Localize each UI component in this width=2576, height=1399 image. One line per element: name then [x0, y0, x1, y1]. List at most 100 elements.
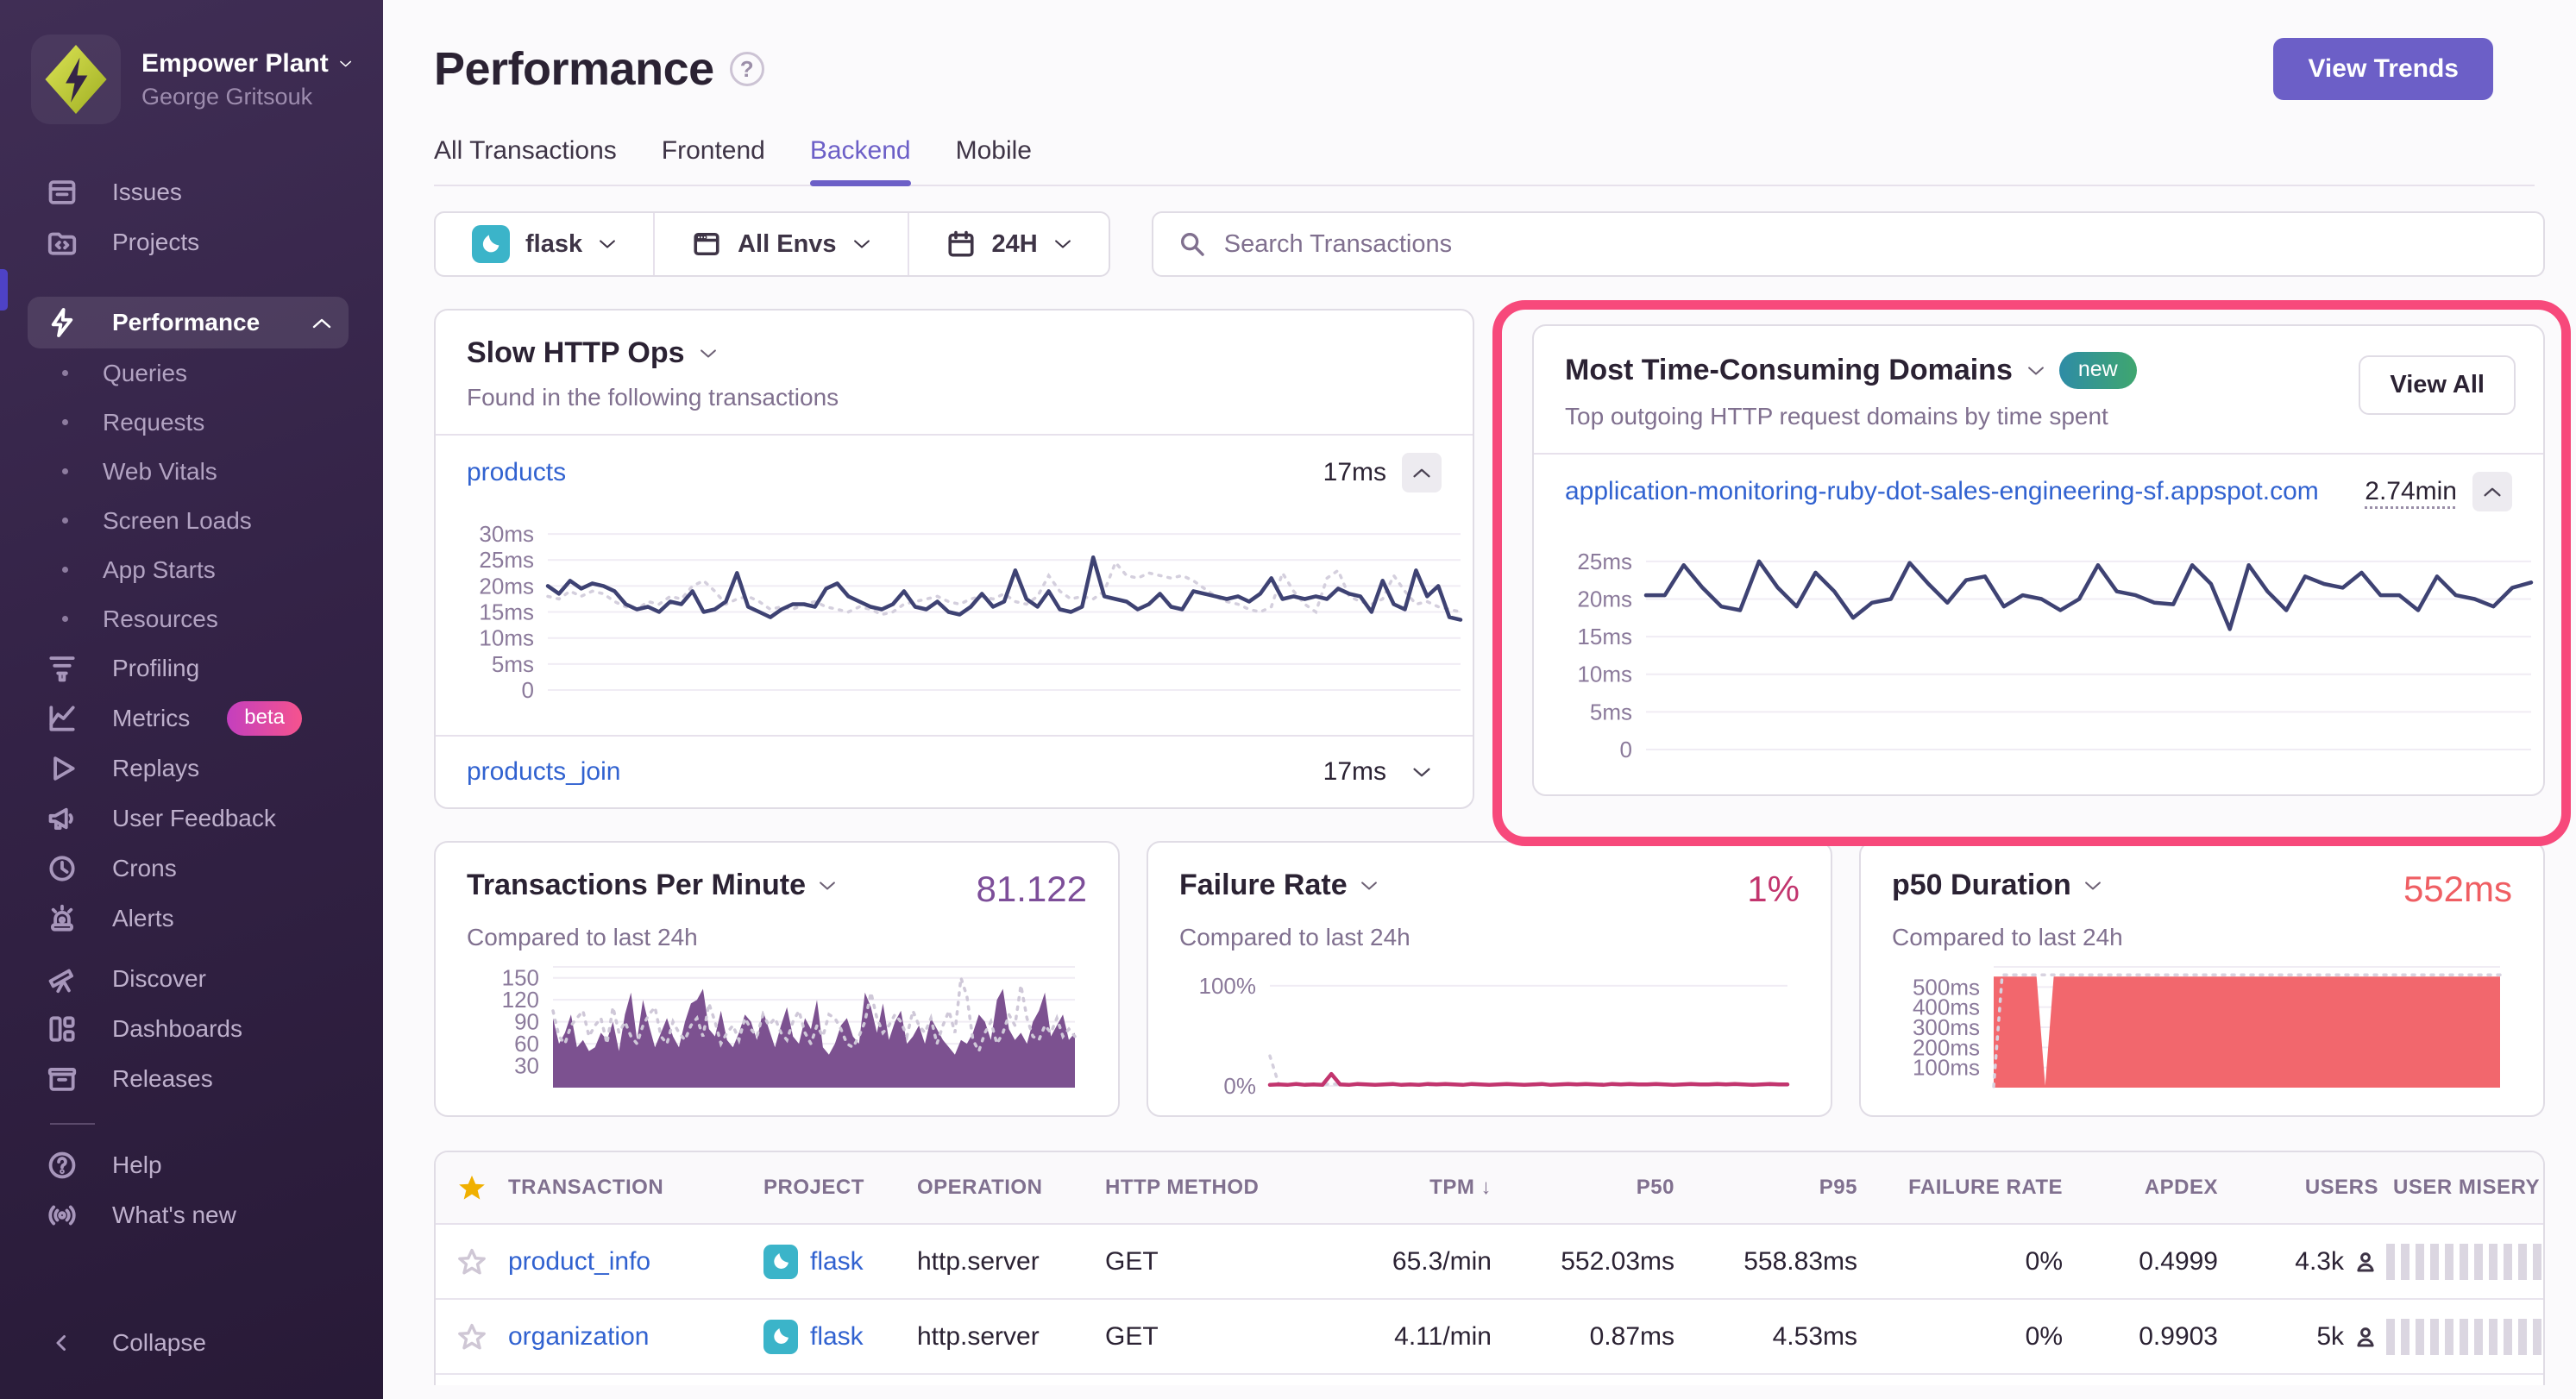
project-link[interactable]: flask	[810, 1247, 864, 1277]
org-logo	[31, 35, 121, 124]
sidebar-item-web-vitals[interactable]: Web Vitals	[0, 447, 383, 496]
search-input[interactable]	[1224, 230, 2519, 259]
chevron-left-icon	[45, 1326, 79, 1360]
sidebar-item-metrics[interactable]: Metrics beta	[0, 693, 383, 743]
org-user: George Gritsouk	[141, 84, 352, 110]
card-title[interactable]: Slow HTTP Ops	[467, 336, 685, 370]
transaction-link[interactable]: organization	[508, 1322, 649, 1351]
col-header[interactable]: FAILURE RATE	[1864, 1176, 2070, 1200]
view-trends-button[interactable]: View Trends	[2273, 38, 2493, 100]
slow-http-ops-chart[interactable]: 30ms25ms20ms15ms10ms5ms0	[436, 510, 1473, 735]
sidebar-collapse-button[interactable]: Collapse	[0, 1318, 383, 1368]
megaphone-icon	[45, 801, 79, 836]
bullet-icon	[62, 468, 68, 474]
chevron-down-icon[interactable]	[1360, 880, 1379, 892]
sidebar-item-label: Queries	[103, 360, 187, 387]
sidebar-item-help[interactable]: Help	[0, 1140, 383, 1190]
col-header-sorted[interactable]: TPM ↓	[1326, 1176, 1498, 1200]
tab-mobile[interactable]: Mobile	[956, 136, 1032, 185]
sidebar-item-screen-loads[interactable]: Screen Loads	[0, 496, 383, 545]
collapse-row-button[interactable]	[1402, 453, 1442, 492]
apdex-cell: 0.9903	[2070, 1322, 2225, 1352]
chevron-down-icon	[852, 238, 871, 250]
most-time-consuming-domains-card: Most Time-Consuming Domains new Top outg…	[1532, 324, 2545, 796]
transaction-link[interactable]: product_info	[508, 1247, 650, 1276]
col-header[interactable]: P50	[1498, 1176, 1681, 1200]
sidebar-item-app-starts[interactable]: App Starts	[0, 545, 383, 594]
chevron-down-icon[interactable]	[2083, 880, 2102, 892]
card-title[interactable]: Transactions Per Minute	[467, 869, 806, 902]
tpm-chart[interactable]: 150120906030	[467, 960, 1087, 1095]
chevron-down-icon[interactable]	[2026, 365, 2045, 377]
card-title[interactable]: Failure Rate	[1179, 869, 1348, 902]
sidebar-item-requests[interactable]: Requests	[0, 398, 383, 447]
sidebar-item-discover[interactable]: Discover	[0, 954, 383, 1004]
sidebar-item-releases[interactable]: Releases	[0, 1054, 383, 1104]
new-badge: new	[2059, 352, 2137, 389]
star-toggle[interactable]	[436, 1247, 508, 1277]
col-header[interactable]: USERS	[2225, 1176, 2385, 1200]
sidebar-item-user-feedback[interactable]: User Feedback	[0, 794, 383, 844]
tab-backend[interactable]: Backend	[810, 136, 911, 185]
sidebar-item-issues[interactable]: Issues	[0, 167, 383, 217]
sidebar-item-label: Releases	[112, 1065, 213, 1093]
col-header[interactable]: USER MISERY	[2385, 1176, 2545, 1200]
sidebar-item-dashboards[interactable]: Dashboards	[0, 1004, 383, 1054]
date-range-label: 24H	[992, 230, 1038, 259]
sidebar-nav: Issues Projects Performance Queries Requ…	[0, 167, 383, 1368]
window-icon	[691, 229, 722, 260]
card-title[interactable]: Most Time-Consuming Domains	[1565, 354, 2013, 387]
chevron-down-icon[interactable]	[818, 880, 837, 892]
tab-frontend[interactable]: Frontend	[662, 136, 765, 185]
card-title[interactable]: p50 Duration	[1892, 869, 2071, 902]
environment-filter[interactable]: All Envs	[653, 213, 907, 275]
title-help-icon[interactable]: ?	[730, 52, 764, 86]
sidebar-item-crons[interactable]: Crons	[0, 844, 383, 894]
project-filter[interactable]: flask	[436, 213, 653, 275]
sidebar-item-profiling[interactable]: Profiling	[0, 643, 383, 693]
p50-chart[interactable]: 500ms400ms300ms200ms100ms	[1892, 960, 2512, 1095]
svg-text:0: 0	[1620, 737, 1632, 762]
view-all-button[interactable]: View All	[2359, 355, 2516, 415]
expand-row-button[interactable]	[1402, 752, 1442, 792]
sidebar-item-projects[interactable]: Projects	[0, 217, 383, 267]
org-name: Empower Plant	[141, 49, 329, 78]
failure-rate-chart[interactable]: 100%0%	[1179, 960, 1800, 1095]
chevron-down-icon[interactable]	[699, 348, 718, 360]
org-names: Empower Plant George Gritsouk	[141, 49, 352, 110]
col-header[interactable]: OPERATION	[917, 1176, 1105, 1200]
star-icon[interactable]	[436, 1173, 508, 1202]
sidebar-item-label: Profiling	[112, 655, 199, 682]
transaction-link[interactable]: products_join	[467, 757, 620, 787]
svg-text:100ms: 100ms	[1913, 1055, 1980, 1081]
col-header[interactable]: HTTP METHOD	[1105, 1176, 1326, 1200]
svg-text:15ms: 15ms	[1577, 624, 1632, 649]
projects-icon	[45, 225, 79, 260]
tab-all-transactions[interactable]: All Transactions	[434, 136, 617, 185]
col-header[interactable]: P95	[1681, 1176, 1864, 1200]
sidebar-item-replays[interactable]: Replays	[0, 743, 383, 794]
star-toggle[interactable]	[436, 1322, 508, 1352]
sidebar-item-alerts[interactable]: Alerts	[0, 894, 383, 944]
p95-cell: 558.83ms	[1681, 1247, 1864, 1277]
card-subtitle: Compared to last 24h	[1179, 924, 1800, 951]
date-range-filter[interactable]: 24H	[908, 213, 1109, 275]
col-header[interactable]: PROJECT	[763, 1176, 917, 1200]
time-spent-value[interactable]: 2.74min	[2365, 477, 2457, 506]
sidebar-item-whats-new[interactable]: What's new	[0, 1190, 383, 1240]
sidebar-item-label: Issues	[112, 179, 182, 206]
org-switcher[interactable]: Empower Plant George Gritsouk	[0, 35, 383, 124]
sidebar-item-label: Replays	[112, 755, 199, 782]
sidebar-item-resources[interactable]: Resources	[0, 594, 383, 643]
domains-chart[interactable]: 25ms20ms15ms10ms5ms0	[1534, 529, 2543, 794]
domain-link[interactable]: application-monitoring-ruby-dot-sales-en…	[1565, 477, 2319, 506]
col-header[interactable]: APDEX	[2070, 1176, 2225, 1200]
search-icon	[1178, 229, 1207, 259]
collapse-row-button[interactable]	[2472, 472, 2512, 511]
transaction-link[interactable]: products	[467, 458, 566, 487]
sidebar-item-queries[interactable]: Queries	[0, 348, 383, 398]
bullet-icon	[62, 370, 68, 376]
sidebar-item-performance[interactable]: Performance	[28, 297, 349, 348]
project-link[interactable]: flask	[810, 1322, 864, 1352]
col-header[interactable]: TRANSACTION	[508, 1176, 763, 1200]
